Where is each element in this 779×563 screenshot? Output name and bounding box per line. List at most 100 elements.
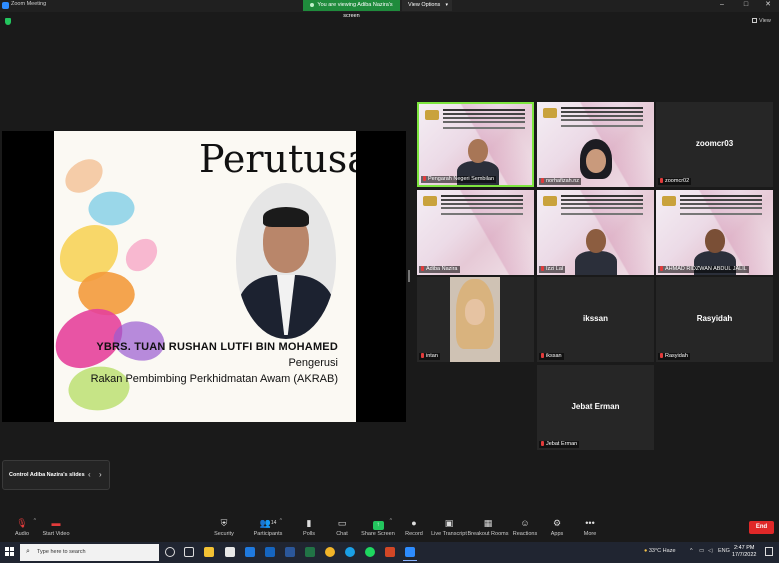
outlook-icon[interactable] [265, 547, 275, 557]
system-clock[interactable]: 2:47 PM 17/7/2022 [732, 545, 756, 559]
view-options-button[interactable]: View Options ▾ [402, 0, 452, 11]
view-toggle-label: View [759, 18, 771, 24]
previous-slide-button[interactable]: ‹ [88, 470, 91, 479]
viewing-banner-text: You are viewing Adiba Nazira's screen [317, 2, 393, 19]
chevron-up-icon[interactable]: ^ [280, 518, 282, 524]
participant-name: norhafizah.nz [546, 178, 580, 184]
volume-icon[interactable]: ◁ [708, 548, 712, 554]
view-toggle-button[interactable]: View [752, 18, 771, 24]
next-slide-button[interactable]: › [99, 470, 102, 479]
floral-decoration [119, 234, 164, 276]
edge-icon[interactable] [345, 547, 355, 557]
closed-caption-icon: ▣ [444, 518, 454, 528]
zoom-app-icon [2, 2, 9, 9]
network-icon[interactable]: ▭ [699, 548, 704, 554]
cortana-icon[interactable] [165, 547, 175, 557]
video-tile[interactable]: Adiba Nazira [417, 190, 534, 275]
video-tile[interactable]: norhafizah.nz [537, 102, 654, 187]
view-options-label: View Options [408, 2, 441, 8]
participant-name: Rasyidah [665, 353, 688, 359]
window-title: Zoom Meeting [11, 1, 47, 7]
weather-widget[interactable]: ● 33°C Haze [644, 548, 676, 554]
word-icon[interactable] [285, 547, 295, 557]
task-view-icon[interactable] [184, 547, 194, 557]
shield-icon: ⛨ [220, 518, 228, 528]
close-button[interactable]: ✕ [757, 0, 779, 11]
name-tile[interactable]: Rasyidah Rasyidah [656, 277, 773, 362]
taskbar-search-box[interactable]: ⌕ Type here to search [20, 544, 159, 561]
chevron-down-icon: ▾ [445, 2, 448, 8]
crest-icon [423, 196, 437, 206]
start-video-button[interactable]: ▬ Start Video [34, 517, 78, 537]
windows-start-button[interactable] [5, 547, 15, 557]
live-transcript-button[interactable]: ▣ Live Transcript [427, 517, 471, 537]
windows-taskbar: ⌕ Type here to search ● 33°C Haze ^ ▭ ◁ … [0, 542, 779, 563]
name-tile[interactable]: Jebat Erman Jebat Erman [537, 365, 654, 450]
participant-name-label: Adiba Nazira [419, 266, 460, 273]
video-tile[interactable]: Pengarah Negeri Sembilan [417, 102, 534, 187]
participant-display-name: Jebat Erman [571, 402, 620, 411]
powerpoint-icon[interactable] [385, 547, 395, 557]
portrait-hair [263, 207, 309, 227]
panel-splitter-handle[interactable] [408, 270, 410, 282]
clock-date: 17/7/2022 [732, 552, 757, 558]
live-transcript-label: Live Transcript [431, 531, 467, 537]
speaker-role: Pengerusi [288, 357, 338, 369]
search-placeholder: Type here to search [37, 549, 86, 555]
participant-name: Pengarah Negeri Sembilan [428, 176, 495, 182]
participant-name-label: ikssan [539, 353, 564, 360]
video-off-icon: ▬ [51, 518, 61, 528]
search-icon: ⌕ [26, 548, 30, 555]
crest-icon [425, 110, 439, 120]
language-indicator[interactable]: ENG [718, 548, 730, 554]
slide-control-panel: Control Adiba Nazira's slides ‹ › [2, 460, 110, 490]
participant-display-name: ikssan [583, 314, 608, 323]
participant-name-label: Pengarah Negeri Sembilan [421, 176, 497, 183]
maximize-button[interactable]: □ [735, 0, 757, 11]
minimize-button[interactable]: – [711, 0, 733, 11]
title-bar: Zoom Meeting You are viewing Adiba Nazir… [0, 0, 779, 19]
zoom-window: Zoom Meeting You are viewing Adiba Nazir… [0, 0, 779, 563]
participant-display-name: zoomcr03 [695, 139, 734, 148]
participant-name-label: Izzi Lal [539, 266, 566, 273]
participants-button[interactable]: 👥14 ^ Participants [246, 517, 290, 537]
slide-title: Perutusan [199, 137, 356, 181]
screen-share-indicator-icon [310, 2, 315, 7]
shared-screen[interactable]: Perutusan YBRS. TUAN RUSHAN LUTFI BIN MO… [2, 131, 406, 422]
store-icon[interactable] [225, 547, 235, 557]
encryption-shield-icon[interactable] [5, 18, 11, 25]
security-button[interactable]: ⛨ Security [202, 517, 246, 537]
participant-name: zoomcr02 [665, 178, 690, 184]
muted-mic-icon [541, 353, 544, 358]
background-text [441, 195, 523, 197]
photo-tile[interactable]: intan [417, 277, 534, 362]
end-meeting-button[interactable]: End [749, 521, 774, 534]
participant-display-name: Rasyidah [696, 314, 733, 323]
speaker-portrait [236, 183, 336, 339]
more-button[interactable]: ••• More [568, 517, 612, 537]
chrome-icon[interactable] [325, 547, 335, 557]
participant-name: Jebat Erman [546, 441, 578, 447]
slide-control-label: Control Adiba Nazira's slides [9, 472, 85, 478]
excel-icon[interactable] [305, 547, 315, 557]
mail-icon[interactable] [245, 547, 255, 557]
floral-decoration [65, 361, 133, 416]
participant-name-label: AHMAD RIDZWAN ABDUL JALIL [658, 266, 749, 273]
name-tile[interactable]: zoomcr03 zoomcr02 [656, 102, 773, 187]
name-tile[interactable]: ikssan ikssan [537, 277, 654, 362]
participant-name-label: norhafizah.nz [539, 178, 582, 185]
participants-count: 14 [270, 520, 277, 526]
participant-name-label: Rasyidah [658, 353, 690, 360]
video-tile[interactable]: Izzi Lal [537, 190, 654, 275]
video-tile[interactable]: AHMAD RIDZWAN ABDUL JALIL [656, 190, 773, 275]
notification-icon[interactable] [765, 547, 773, 556]
crest-icon [543, 108, 557, 118]
muted-mic-icon [660, 266, 663, 271]
participant-video [575, 227, 617, 275]
file-explorer-icon[interactable] [204, 547, 214, 557]
crest-icon [662, 196, 676, 206]
spotify-icon[interactable] [365, 547, 375, 557]
zoom-taskbar-icon[interactable] [403, 547, 417, 561]
tray-chevron-icon[interactable]: ^ [690, 548, 693, 554]
speaker-organization: Rakan Pembimbing Perkhidmatan Awam (AKRA… [90, 373, 338, 385]
